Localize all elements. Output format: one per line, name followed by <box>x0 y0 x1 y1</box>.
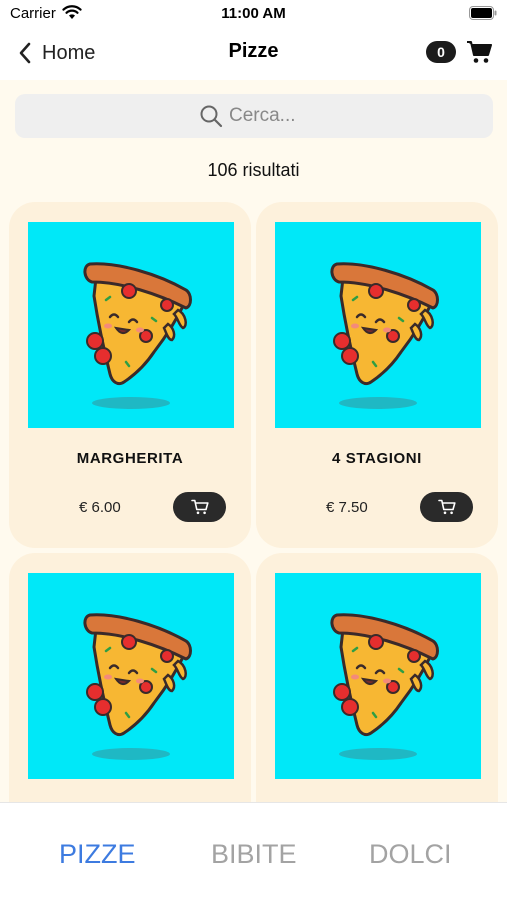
pizza-image <box>275 573 481 779</box>
pizza-image <box>28 573 234 779</box>
navigation-bar: Home Pizze 0 <box>0 28 507 80</box>
product-name: 4 STAGIONI <box>332 450 422 467</box>
search-icon <box>200 105 223 128</box>
product-card[interactable] <box>9 553 251 802</box>
pizza-image <box>275 222 481 428</box>
add-to-cart-button[interactable] <box>173 492 226 522</box>
product-price: € 7.50 <box>326 499 368 516</box>
search-bar[interactable] <box>15 94 493 138</box>
product-list: 106 risultati MARGHERITA € 6.00 4 STAGIO… <box>0 80 507 802</box>
tab-bar: PIZZE BIBITE DOLCI <box>0 802 507 900</box>
results-count: 106 risultati <box>207 160 300 180</box>
search-input[interactable] <box>229 105 309 127</box>
add-to-cart-button[interactable] <box>420 492 473 522</box>
product-card[interactable]: 4 STAGIONI € 7.50 <box>256 202 498 548</box>
product-card[interactable]: MARGHERITA € 6.00 <box>9 202 251 548</box>
product-price: € 6.00 <box>79 499 121 516</box>
add-to-cart-icon <box>438 499 456 515</box>
tab-pizze[interactable]: PIZZE <box>59 839 136 870</box>
pizza-image <box>28 222 234 428</box>
cart-count-badge[interactable]: 0 <box>426 41 456 63</box>
tab-bibite[interactable]: BIBITE <box>211 839 297 870</box>
clock: 11:00 AM <box>221 5 286 22</box>
product-name: MARGHERITA <box>76 450 184 467</box>
battery-icon <box>469 6 497 20</box>
tab-dolci[interactable]: DOLCI <box>369 839 452 870</box>
cart-icon[interactable] <box>466 40 492 64</box>
status-bar: Carrier 11:00 AM <box>0 0 507 28</box>
add-to-cart-icon <box>191 499 209 515</box>
product-card[interactable] <box>256 553 498 802</box>
